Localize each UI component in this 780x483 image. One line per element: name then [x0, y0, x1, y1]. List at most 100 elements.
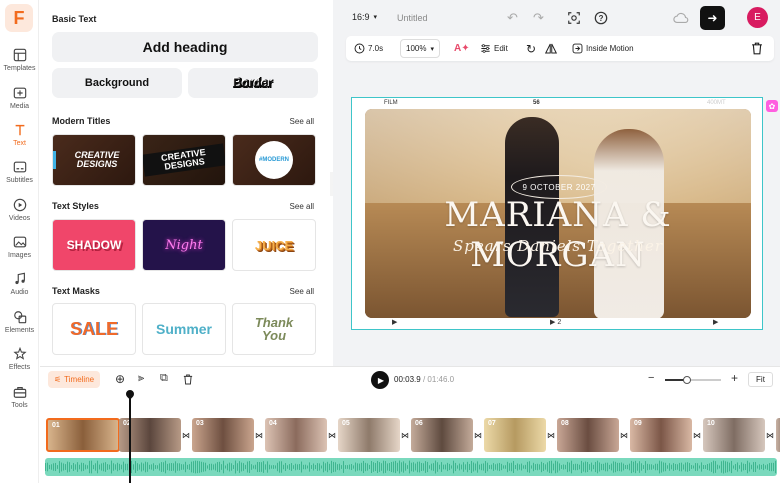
- add-track-icon[interactable]: ⊕: [115, 372, 125, 386]
- rail-item-effects[interactable]: Effects: [0, 345, 39, 381]
- timeline-clip[interactable]: 07: [484, 418, 546, 452]
- zoom-slider[interactable]: [665, 376, 721, 384]
- zoom-value: 100%: [406, 44, 427, 53]
- text-styles-see-all[interactable]: See all: [290, 202, 314, 211]
- timeline-clip[interactable]: 01: [46, 418, 120, 452]
- audio-track[interactable]: [45, 458, 777, 476]
- thumb-text: #MODERN: [258, 157, 289, 163]
- aspect-ratio-value: 16:9: [352, 12, 370, 22]
- rail-item-templates[interactable]: Templates: [0, 46, 39, 82]
- text-mask-thank-you[interactable]: Thank You: [232, 303, 316, 355]
- rail-label: Images: [8, 252, 31, 259]
- redo-icon[interactable]: ↷: [533, 10, 544, 26]
- zoom-in-icon[interactable]: +: [731, 371, 738, 385]
- canvas-frame[interactable]: FILM 56 400MT 9 OCTOBER 2027 MARIANA & M…: [351, 97, 763, 330]
- clip-number: 10: [707, 420, 715, 427]
- text-style-juice[interactable]: JUICE: [232, 219, 316, 271]
- play-icon: ▶: [377, 375, 385, 385]
- transition-icon[interactable]: ⋈: [766, 429, 774, 441]
- rail-item-text[interactable]: Text: [0, 121, 39, 157]
- rail-item-media[interactable]: Media: [0, 84, 39, 120]
- transition-icon[interactable]: ⋈: [693, 429, 701, 441]
- modern-title-creative-1[interactable]: CREATIVE DESIGNS: [52, 134, 136, 186]
- delete-clip-icon[interactable]: [183, 374, 193, 385]
- text-style-shadow[interactable]: SHADOW: [52, 219, 136, 271]
- thumb-text: Night: [165, 237, 203, 253]
- thumb-text: Summer: [155, 321, 213, 337]
- modern-titles-see-all[interactable]: See all: [290, 117, 314, 126]
- timeline-clip[interactable]: 03: [192, 418, 254, 452]
- timeline-clip[interactable]: 08: [557, 418, 619, 452]
- flip-icon[interactable]: [545, 43, 557, 54]
- timeline-clip[interactable]: 09: [630, 418, 692, 452]
- duplicate-icon[interactable]: ⧉: [160, 372, 168, 385]
- timeline-label: Timeline: [64, 375, 95, 384]
- images-icon: [13, 236, 26, 248]
- wedding-photo[interactable]: 9 OCTOBER 2027 MARIANA & MORGAN Spears D…: [365, 109, 751, 318]
- text-mask-summer[interactable]: Summer: [142, 303, 226, 355]
- transition-icon[interactable]: ⋈: [328, 429, 336, 441]
- play-button[interactable]: ▶: [371, 371, 389, 389]
- audio-waveform: [45, 460, 776, 474]
- inside-motion-button[interactable]: Inside Motion: [572, 36, 634, 61]
- timeline-clip[interactable]: 06: [411, 418, 473, 452]
- text-panel: Basic Text Add heading Background Border…: [40, 0, 332, 366]
- rail-item-subtitles[interactable]: Subtitles: [0, 158, 39, 194]
- split-icon[interactable]: ⫸: [138, 372, 144, 385]
- playhead[interactable]: [124, 388, 136, 483]
- rail-item-tools[interactable]: Tools: [0, 383, 39, 419]
- transition-icon[interactable]: ⋈: [255, 429, 263, 441]
- rail-item-images[interactable]: Images: [0, 233, 39, 269]
- text-mask-sale[interactable]: SALE: [52, 303, 136, 355]
- background-text-button[interactable]: Background: [52, 68, 182, 98]
- transition-icon[interactable]: ⋈: [182, 429, 190, 441]
- timeline-clip[interactable]: 04: [265, 418, 327, 452]
- clock-icon: [354, 43, 365, 54]
- transition-icon[interactable]: ⋈: [474, 429, 482, 441]
- film-right-label: 400MT: [707, 100, 726, 106]
- cloud-sync-icon[interactable]: [673, 11, 689, 25]
- undo-icon[interactable]: ↶: [507, 10, 518, 26]
- plugin-icon[interactable]: ✿: [766, 100, 778, 112]
- trash-icon[interactable]: [751, 42, 763, 55]
- rail-label: Elements: [4, 327, 35, 334]
- editor-app: F Templates Media Text Subtitles Videos …: [0, 0, 780, 483]
- subline-text[interactable]: Spears Daniels Together: [365, 237, 751, 255]
- ai-magic-icon[interactable]: A✦: [454, 36, 470, 61]
- border-text-button[interactable]: Border: [188, 68, 318, 98]
- export-button[interactable]: ➜: [700, 6, 725, 30]
- transition-icon[interactable]: ⋈: [401, 429, 409, 441]
- zoom-slider-handle[interactable]: [683, 376, 692, 384]
- document-title[interactable]: Untitled: [397, 13, 428, 23]
- timeline-clip[interactable]: 11: [776, 418, 780, 452]
- aspect-ratio-select[interactable]: 16:9 ▾: [352, 12, 377, 22]
- timeline-toggle-button[interactable]: ⚟ Timeline: [48, 371, 101, 388]
- app-logo[interactable]: F: [5, 4, 33, 32]
- rotate-icon[interactable]: ↻: [526, 36, 536, 61]
- duration-button[interactable]: 7.0s: [354, 36, 383, 61]
- screen-record-icon[interactable]: [567, 11, 581, 25]
- rail-item-audio[interactable]: Audio: [0, 270, 39, 306]
- zoom-select[interactable]: 100% ▾: [400, 39, 440, 58]
- fit-button[interactable]: Fit: [748, 372, 773, 387]
- modern-title-creative-2[interactable]: CREATIVE DESIGNS: [142, 134, 226, 186]
- transition-icon[interactable]: ⋈: [620, 429, 628, 441]
- zoom-out-icon[interactable]: −: [648, 372, 654, 384]
- help-icon[interactable]: ?: [594, 11, 608, 25]
- rail-label: Videos: [8, 215, 31, 222]
- videos-icon: [13, 198, 26, 212]
- thumb-text: SHADOW: [66, 238, 122, 252]
- svg-text:?: ?: [599, 14, 604, 23]
- add-heading-button[interactable]: Add heading: [52, 32, 318, 62]
- rail-item-videos[interactable]: Videos: [0, 196, 39, 232]
- avatar[interactable]: E: [747, 7, 768, 28]
- timeline-clip[interactable]: 10: [703, 418, 765, 452]
- headline-text[interactable]: MARIANA & MORGAN: [365, 195, 751, 275]
- timeline-clip[interactable]: 05: [338, 418, 400, 452]
- modern-title-modern[interactable]: #MODERN: [232, 134, 316, 186]
- text-style-night[interactable]: Night: [142, 219, 226, 271]
- edit-button[interactable]: Edit: [480, 36, 508, 61]
- rail-item-elements[interactable]: Elements: [0, 308, 39, 344]
- text-masks-see-all[interactable]: See all: [290, 287, 314, 296]
- transition-icon[interactable]: ⋈: [547, 429, 555, 441]
